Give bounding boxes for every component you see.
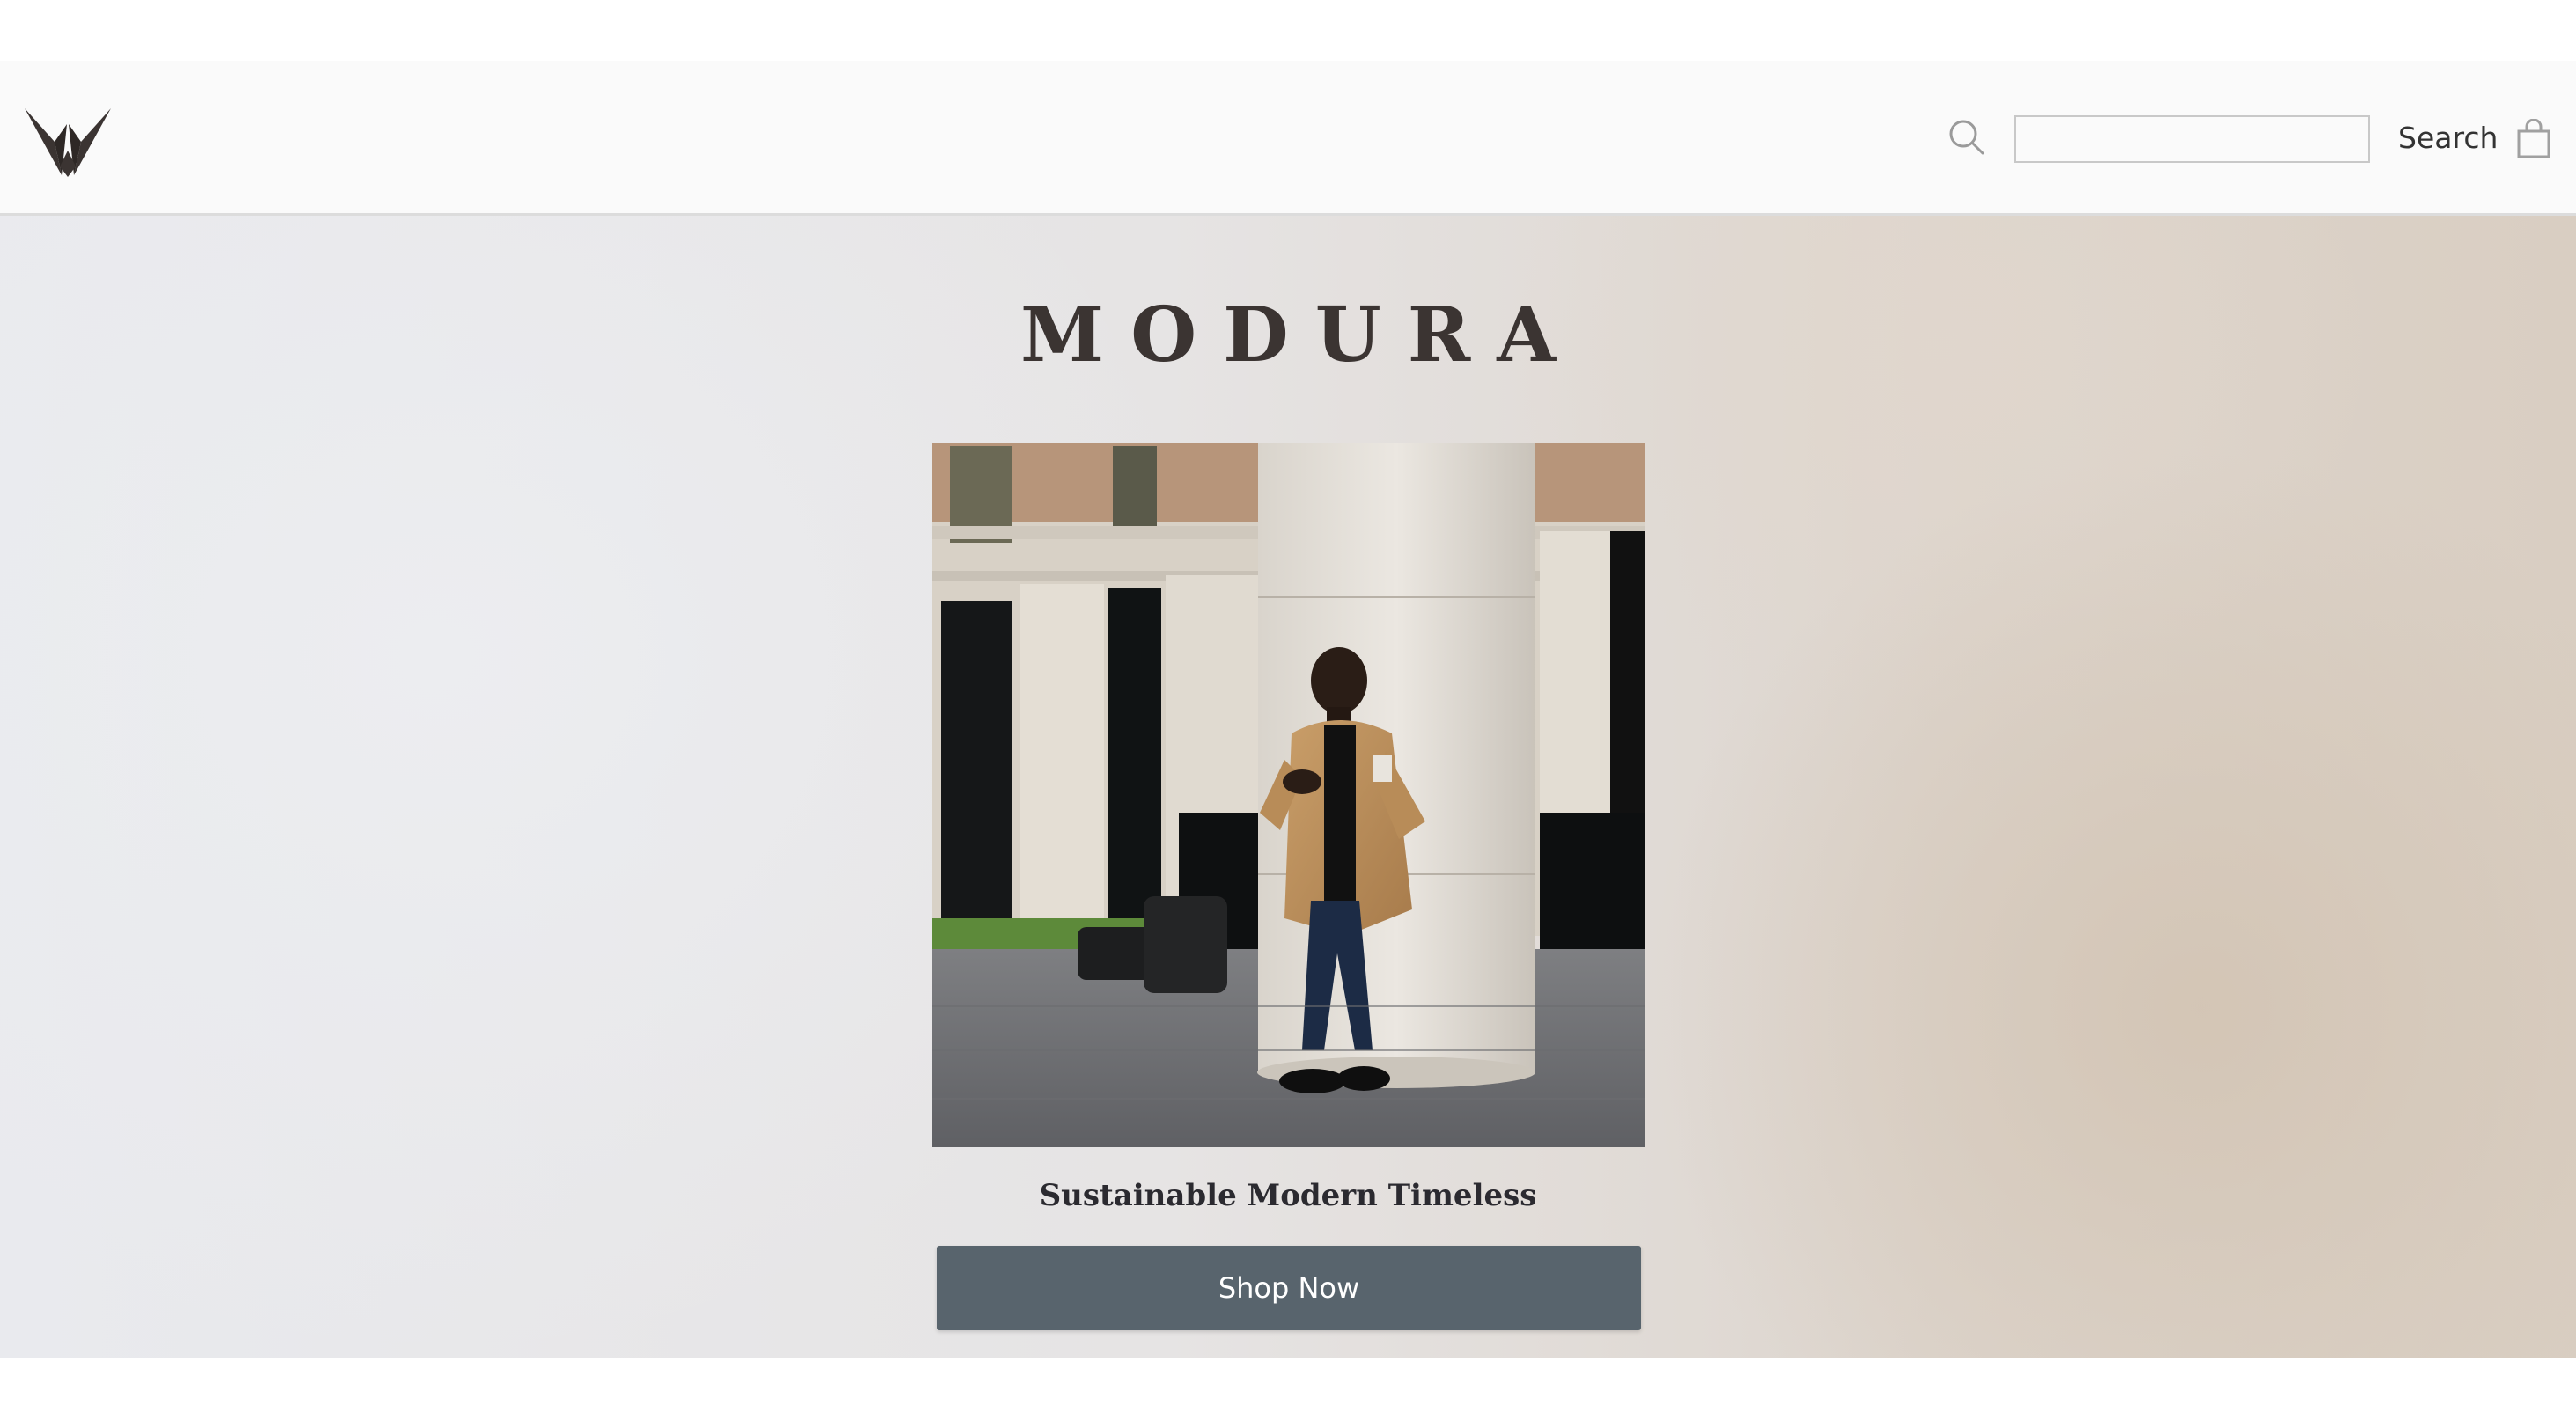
hero-tagline: Sustainable Modern Timeless bbox=[1039, 1178, 1537, 1213]
hero-photo bbox=[932, 443, 1645, 1147]
page: Search MODURA Sustainable Modern Timeles… bbox=[0, 0, 2576, 1421]
hero-section: MODURA Sustainable Modern Timeless Shop … bbox=[0, 216, 2576, 1358]
shop-now-button[interactable]: Shop Now bbox=[937, 1246, 1641, 1330]
site-header: Search bbox=[0, 61, 2576, 216]
search-icon[interactable] bbox=[1947, 118, 1986, 157]
home-logo-link[interactable] bbox=[23, 89, 113, 179]
search-input[interactable] bbox=[2014, 115, 2370, 163]
search-button[interactable]: Search bbox=[2398, 119, 2498, 158]
shopping-bag-icon[interactable] bbox=[2516, 118, 2551, 159]
v-logo-icon bbox=[25, 108, 111, 177]
brand-title: MODURA bbox=[1020, 291, 1582, 379]
